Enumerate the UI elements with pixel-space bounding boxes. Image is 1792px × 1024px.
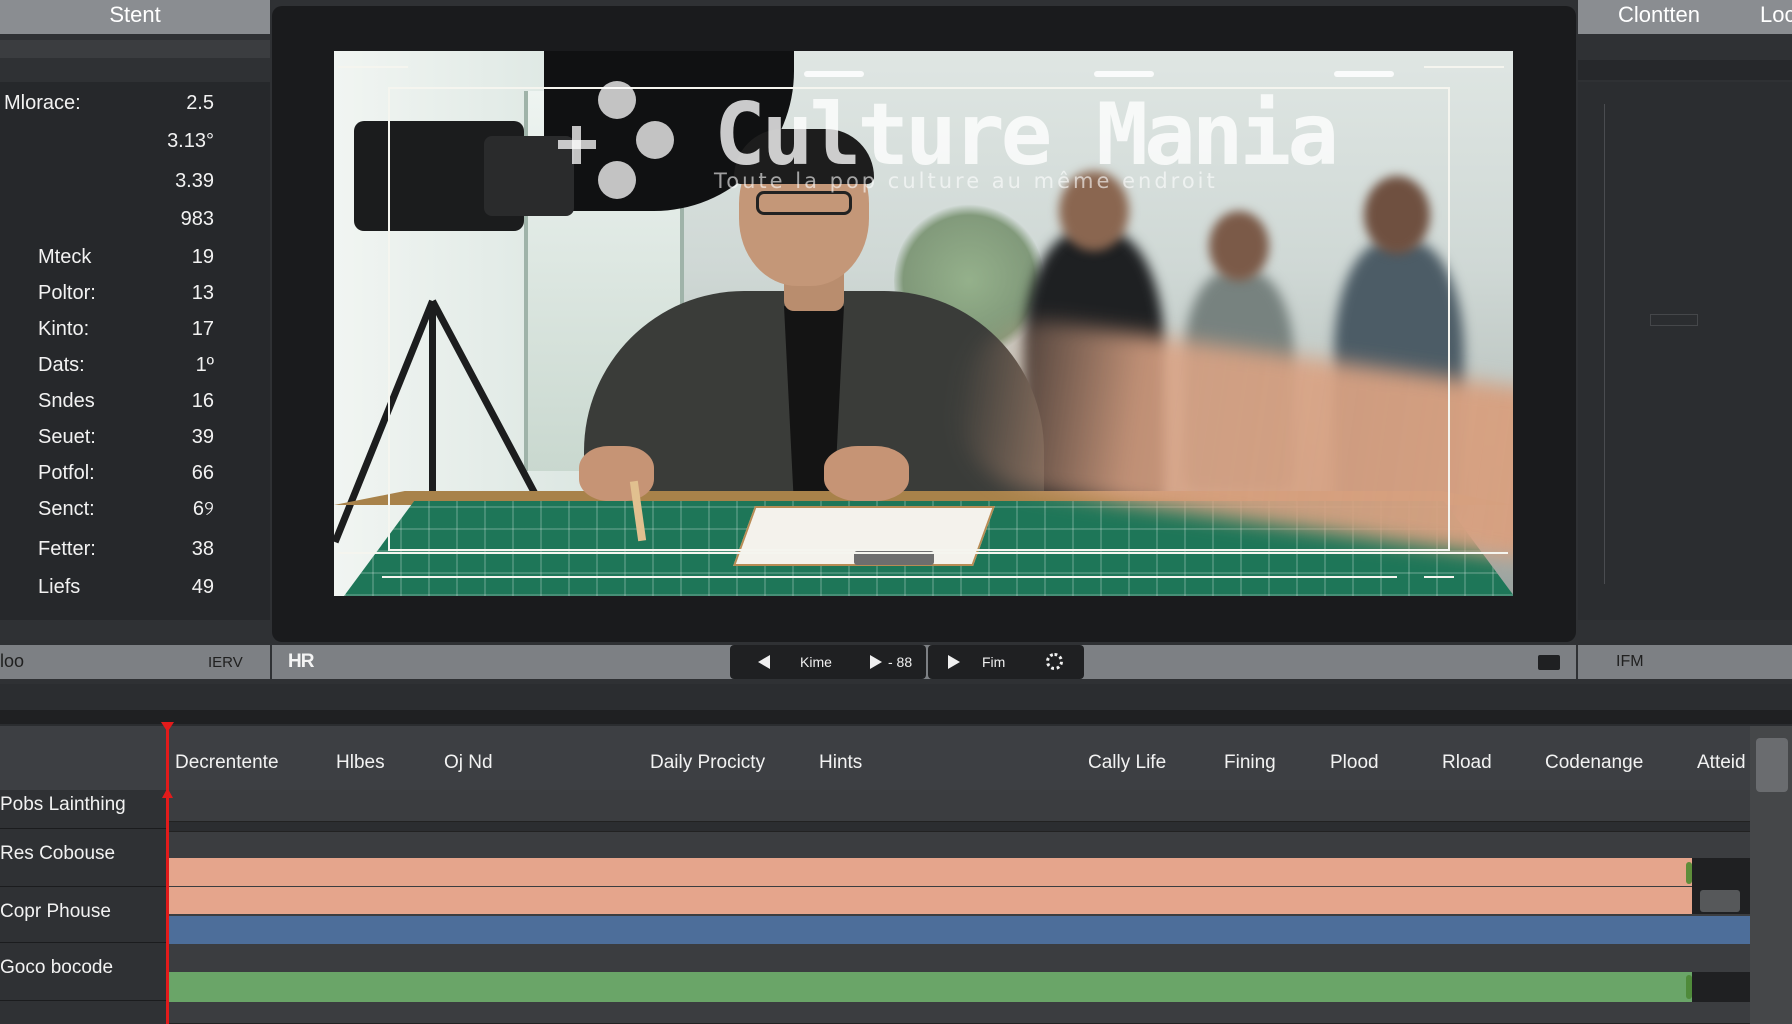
timeline-column-label[interactable]: Decrentente [175,752,279,774]
panel-footer: loo IERV [0,645,270,679]
property-list: Mlorace: 2.5 3.13° 3.39 983 Mteck 19 Pol… [0,82,270,620]
frame-counter[interactable]: - 88 [888,654,912,670]
video-frame[interactable]: Culture Mania Toute la pop culture au mê… [334,51,1513,596]
scope-marker [1650,314,1698,326]
property-value[interactable]: 49 [150,576,214,599]
panel-footer: IFM [1578,645,1792,679]
timeline-ruler[interactable]: Decrentente Hlbes Oj Nd Daily Procicty H… [0,726,1750,790]
property-value[interactable]: 2.5 [150,92,214,115]
property-value[interactable]: 16 [150,390,214,413]
play-label[interactable]: Fim [982,654,1005,670]
property-label: Senct: [38,498,95,520]
property-label: Dats: [38,354,85,376]
watermark-subtitle: Toute la pop culture au même endroit [714,169,1218,193]
timeline-column-label[interactable]: Atteid [1697,752,1746,774]
property-value[interactable]: 3.39 [150,170,214,193]
timeline-toolbar [0,684,1792,710]
property-label: Liefs [38,576,81,598]
track-name[interactable]: Goco bocode [0,957,113,979]
timeline-scrollbar[interactable] [1750,726,1792,1024]
panel-tab[interactable]: Clontten [1618,2,1700,28]
clip-handle[interactable] [1700,890,1740,912]
gamepad-button-icon [598,161,636,199]
panel-title-bar: Clontten Loc [1578,0,1792,34]
property-value[interactable]: 13 [150,282,214,305]
property-value[interactable]: 3.13° [150,130,214,153]
clip-marker[interactable] [1686,862,1692,884]
hr-logo: HR [288,651,314,672]
timeline-column-label[interactable]: Oj Nd [444,752,493,774]
channel-watermark: Culture Mania Toute la pop culture au mê… [334,51,1513,596]
plus-icon [572,126,581,164]
panel-title[interactable]: Stent [0,0,270,34]
clip-copr-phouse[interactable] [168,916,1750,944]
scope-axis [1604,104,1605,584]
clip-goco-bocode[interactable] [168,972,1696,1002]
track-name[interactable]: Pobs Lainthing [0,794,126,816]
prev-icon[interactable] [758,655,770,669]
transport-controls: Kime - 88 [730,645,926,679]
transport-bar: HR Kime - 88 Fim [272,645,1576,679]
timeline-column-label[interactable]: Plood [1330,752,1379,774]
timeline-column-label[interactable]: Codenange [1545,752,1643,774]
track-divider [0,1000,168,1001]
footer-label[interactable]: IERV [208,654,243,671]
property-label: Potfol: [38,462,95,484]
panel-tab[interactable]: Loc [1760,2,1792,28]
panel-toolbar [1578,60,1792,80]
prev-label[interactable]: Kime [800,654,832,670]
property-value[interactable]: 66 [150,462,214,485]
timeline-column-label[interactable]: Rload [1442,752,1492,774]
property-value[interactable]: 6୨ [150,498,214,521]
gamepad-button-icon [636,121,674,159]
timeline-column-label[interactable]: Cally Life [1088,752,1166,774]
track-headers: Pobs Lainthing Res Cobouse Copr Phouse G… [0,790,168,1024]
timeline-column-label[interactable]: Hints [819,752,862,774]
track-lane[interactable] [168,790,1750,822]
property-label: Poltor: [38,282,96,304]
property-label: Mlorace: [4,92,81,114]
screen-icon[interactable] [1538,655,1560,670]
timeline-column-label[interactable]: Fining [1224,752,1276,774]
scrollbar-thumb[interactable] [1756,738,1788,792]
property-value[interactable]: 1º [150,354,214,377]
footer-label[interactable]: loo [0,651,24,672]
property-label: Kinto: [38,318,90,340]
footer-label[interactable]: IFM [1616,653,1644,671]
track-divider [0,886,168,887]
panel-toolbar [0,40,270,58]
playhead[interactable] [166,724,169,1024]
clip-marker[interactable] [1686,975,1692,999]
panel-body [1578,82,1792,620]
property-value[interactable]: 19 [150,246,214,269]
property-label: Sndes [38,390,95,412]
track-name[interactable]: Copr Phouse [0,901,111,923]
timeline-divider [0,710,1792,724]
property-value[interactable]: 983 [150,208,214,231]
properties-panel: Stent Mlorace: 2.5 3.13° 3.39 983 Mteck … [0,0,270,684]
track-divider [0,828,168,829]
clip-res-cobouse-b[interactable] [168,887,1696,914]
clip-res-cobouse[interactable] [168,858,1696,886]
track-gap [168,822,1750,832]
timeline-column-label[interactable]: Hlbes [336,752,385,774]
property-label: Mteck [38,246,92,268]
clip-end-handle[interactable] [1692,972,1750,1002]
next-icon[interactable] [870,655,882,669]
timeline-column-label[interactable]: Daily Procicty [650,752,765,774]
content-panel: Clontten Loc IFM [1578,0,1792,684]
property-value[interactable]: 38 [150,538,214,561]
property-label: Fetter: [38,538,96,560]
playback-controls: Fim [928,645,1084,679]
video-editor-app: Stent Mlorace: 2.5 3.13° 3.39 983 Mteck … [0,0,1792,1024]
track-name[interactable]: Res Cobouse [0,843,115,865]
property-value[interactable]: 39 [150,426,214,449]
play-icon[interactable] [948,655,960,669]
gear-icon[interactable] [1046,653,1063,670]
property-value[interactable]: 17 [150,318,214,341]
gamepad-button-icon [598,81,636,119]
property-label: Seuet: [38,426,96,448]
track-divider [0,942,168,943]
timeline: Decrentente Hlbes Oj Nd Daily Procicty H… [0,684,1792,1024]
